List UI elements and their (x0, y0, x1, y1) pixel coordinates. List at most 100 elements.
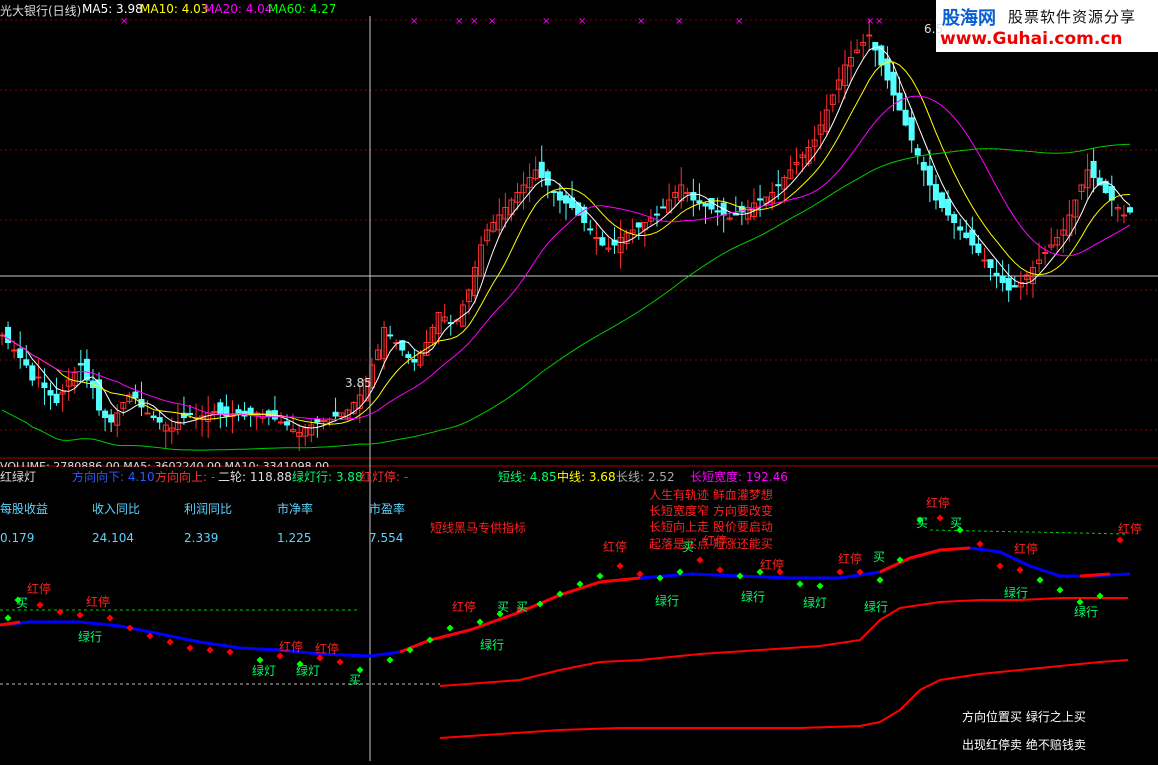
red-signal-dot (106, 614, 114, 622)
red-stop-marker: 红停 (603, 540, 628, 554)
fund-header-profit: 利润同比 (184, 502, 233, 516)
red-stop-marker: 红停 (86, 595, 111, 609)
buy-marker: 买 (349, 673, 362, 687)
candle-body (702, 203, 709, 207)
candle-body (908, 117, 915, 141)
candle-body (11, 349, 18, 352)
candle-body (544, 171, 551, 186)
green-go-marker: 绿行 (864, 600, 889, 614)
event-marker: × (410, 16, 418, 27)
candle-body (108, 414, 115, 423)
candle-body (932, 184, 939, 201)
candle-body (999, 275, 1006, 283)
event-marker: × (866, 16, 874, 27)
footer-note-2: 出现红停卖 绝不赔钱卖 (962, 738, 1086, 752)
candle-body (538, 161, 545, 178)
red-signal-dot (836, 568, 844, 576)
candle-body (975, 243, 982, 254)
candle-body (957, 226, 964, 231)
ma5-label: MA5: 3.98 (82, 2, 143, 16)
red-signal-dot (976, 540, 984, 548)
candle-body (653, 213, 660, 216)
buy-marker: 买 (497, 600, 510, 614)
red-signal-dot (206, 646, 214, 654)
red-stop-marker: 红停 (838, 552, 863, 566)
ma20-label: MA20: 4.04 (204, 2, 273, 16)
candle-body (247, 407, 254, 416)
chart-svg[interactable]: × × × × × × × × × × × × (0, 0, 1158, 761)
candle-body (945, 198, 952, 216)
red-signal-dot (996, 562, 1004, 570)
candle-body (660, 206, 667, 209)
red-direction-segment (399, 576, 641, 654)
candle-body (890, 71, 897, 96)
green-signal-dot (596, 572, 604, 580)
candle-body (914, 148, 921, 156)
event-marker: × (488, 16, 496, 27)
mid-line-label: 中线: 3.68 (557, 470, 616, 484)
candle-body (332, 411, 339, 417)
candle-body (187, 412, 193, 415)
event-marker: × (120, 16, 128, 27)
candle-body (17, 348, 24, 359)
green-go-marker: 绿行 (78, 630, 103, 644)
ma10-line (1, 61, 1131, 425)
candle-body (1120, 214, 1127, 217)
red-stop-marker: 红停 (926, 496, 951, 510)
fund-header-eps: 每股收益 (0, 502, 49, 516)
fund-header-pb: 市净率 (277, 502, 314, 516)
candle-body (963, 232, 970, 239)
candle-body (77, 363, 84, 366)
candle-body (235, 409, 242, 414)
footer-note-1: 方向位置买 绿行之上买 (962, 710, 1086, 724)
green-signal-dot (816, 582, 824, 590)
buy-marker: 买 (873, 550, 886, 564)
red-stop-marker: 红停 (27, 582, 52, 596)
red-signal-dot (936, 514, 944, 522)
candle-body (277, 421, 284, 424)
green-signal-dot (4, 614, 12, 622)
ma60-line (1, 143, 1131, 451)
note-line-1: 人生有轨迹 鲜血灌梦想 (649, 488, 773, 502)
green-signal-dot (796, 580, 804, 588)
base-line (439, 659, 1129, 739)
candle-body (902, 109, 909, 126)
watermark-slogan: 股票软件资源分享 (1008, 8, 1137, 26)
red-signal-dot (36, 601, 44, 609)
dir-down-label: 方向向下: 4.10 (72, 470, 155, 484)
candle-body (981, 259, 988, 262)
green-go-marker: 绿行 (741, 590, 766, 604)
red-direction-segment (879, 546, 971, 574)
chart-stage: × × × × × × × × × × × × 光大银行(日线) MA5: 3.98 MA10: 4.… (0, 0, 1158, 761)
red-signal-dot (126, 624, 134, 632)
candle-body (1127, 207, 1133, 213)
watermark-url: www.Guhai.com.cn (940, 29, 1123, 49)
candle-body (144, 412, 151, 415)
red-signal-dot (696, 556, 704, 564)
guhai-watermark: 股海网 股票软件资源分享 www.Guhai.com.cn (936, 0, 1158, 52)
candle-body (405, 354, 412, 359)
low-price-label: 3.85 (345, 376, 372, 390)
candle-body (635, 222, 642, 228)
green-go-marker: 绿行 (480, 638, 505, 652)
red-direction-segment (1079, 572, 1111, 578)
green-signal-dot (386, 656, 394, 664)
candle-body (993, 272, 1000, 276)
volume-header: VOLUME: 2780886.00 MA5: 3602240.00 MA10:… (0, 460, 330, 467)
candle-body (920, 162, 927, 171)
ma10-label: MA10: 4.03 (140, 2, 209, 16)
candle-body (211, 411, 218, 413)
watermark-brand: 股海网 (942, 8, 996, 29)
red-signal-dot (1116, 536, 1124, 544)
candle-body (1042, 252, 1049, 254)
red-signal-dot (616, 562, 624, 570)
red-stop-marker: 红停 (703, 534, 728, 548)
green-signal-dot (1056, 586, 1064, 594)
event-marker: × (470, 16, 478, 27)
short-line-label: 短线: 4.85 (498, 470, 557, 484)
event-marker: × (578, 16, 586, 27)
dir-up-label: 方向向上: - (155, 470, 216, 484)
fund-value-profit: 2.339 (184, 531, 219, 545)
candle-body (556, 191, 563, 201)
buy-marker: 买 (950, 516, 963, 530)
